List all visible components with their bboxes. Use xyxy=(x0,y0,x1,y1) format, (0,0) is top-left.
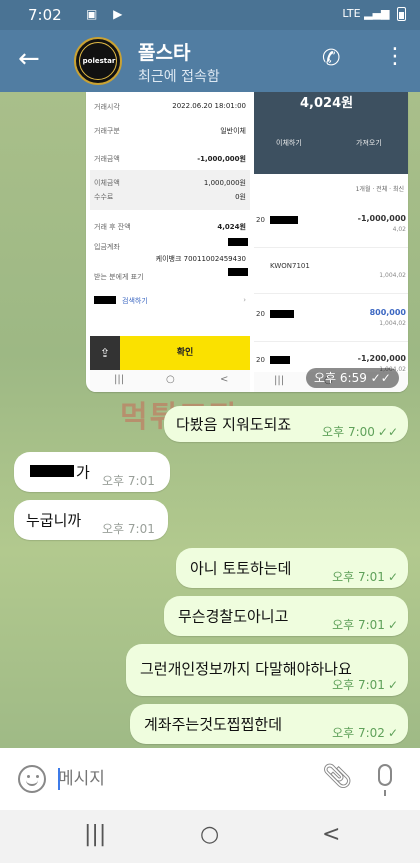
receipt-row: 수수료 0원 xyxy=(94,193,246,201)
redaction xyxy=(270,216,298,224)
nav-back-button[interactable]: < xyxy=(322,822,340,847)
back-arrow-icon[interactable]: ← xyxy=(18,44,48,74)
lte-label: LTE xyxy=(342,7,361,20)
message-bubble[interactable]: 누굽니까 오후 7:01 xyxy=(14,500,168,540)
battery-icon xyxy=(397,7,406,21)
share-icon: ⇪ xyxy=(90,336,120,370)
bank-filter: 1개월 · 전체 · 최신 xyxy=(355,186,404,193)
check-icon: ✓ xyxy=(387,726,398,740)
receipt-row: 받는 분에게 표기 xyxy=(94,273,144,281)
recents-button[interactable]: ||| xyxy=(84,822,106,847)
phone-icon[interactable]: ✆ xyxy=(322,46,340,71)
status-time: 7:02 xyxy=(28,6,62,24)
check-icon: ✓ xyxy=(387,618,398,632)
microphone-icon[interactable] xyxy=(378,764,392,796)
message-bubble[interactable]: 계좌주는것도찝찝한데 오후 7:02 ✓ xyxy=(130,704,408,744)
redaction xyxy=(270,356,290,364)
bank-banner: 4,024원 이체하기 가져오기 xyxy=(254,92,408,174)
last-seen-status: 최근에 접속함 xyxy=(138,69,220,85)
confirm-button: 확인 xyxy=(120,336,250,370)
redaction xyxy=(228,238,248,246)
receipt-nav-bar: ||| ○ < xyxy=(90,370,250,392)
receipt-row: 거래 후 잔액 4,024원 xyxy=(94,223,246,231)
image-timestamp: 오후 6:59 ✓✓ xyxy=(306,368,399,388)
check-icon: ✓ xyxy=(387,678,398,692)
message-time: 오후 7:01 ✓ xyxy=(332,678,398,692)
message-bubble[interactable]: 아니 토토하는데 오후 7:01 ✓ xyxy=(176,548,408,588)
attach-icon[interactable]: 📎︎ xyxy=(322,762,352,790)
receipt-row: 거래시각 2022.06.20 18:01:00 xyxy=(94,102,246,111)
redaction xyxy=(30,465,74,477)
receipt-row: 거래금액 -1,000,000원 xyxy=(94,155,246,163)
avatar-logo: polestar xyxy=(82,57,116,65)
message-time: 오후 7:00 ✓✓ xyxy=(322,425,398,439)
check-icon: ✓ xyxy=(387,570,398,584)
notification-icons: ▣ ▶ xyxy=(86,7,129,21)
message-time: 오후 7:01 ✓ xyxy=(332,618,398,632)
receipt-row: 입금계좌 xyxy=(94,243,120,251)
double-check-icon: ✓✓ xyxy=(377,425,398,439)
redaction xyxy=(270,310,294,318)
redaction xyxy=(228,268,248,276)
more-menu-icon[interactable]: ⋮ xyxy=(384,44,406,70)
chat-title[interactable]: 폴스타 xyxy=(138,38,190,65)
signal-icon: ▂▄▆ xyxy=(364,7,390,20)
avatar[interactable]: polestar xyxy=(74,37,122,85)
transfer-receipt: 거래시각 2022.06.20 18:01:00 거래구분 일반이체 거래금액 -1,… xyxy=(90,92,250,366)
receipt-row: 검색하기 › xyxy=(122,296,246,305)
message-bubble[interactable]: 가 오후 7:01 xyxy=(14,452,170,492)
image-message[interactable]: 거래시각 2022.06.20 18:01:00 거래구분 일반이체 거래금액 -1,… xyxy=(86,92,408,392)
redaction xyxy=(94,296,116,304)
receipt-highlight xyxy=(90,170,250,210)
receipt-row: 케이뱅크 70011002459430 xyxy=(155,255,246,263)
bank-entry: KWON7101 1,004,02 xyxy=(254,248,408,294)
message-composer: 📎︎ xyxy=(0,748,420,810)
message-time: 오후 7:02 ✓ xyxy=(332,726,398,740)
receipt-row: 거래구분 일반이체 xyxy=(94,127,246,135)
receipt-row: 이체금액 1,000,000원 xyxy=(94,179,246,187)
message-time: 오후 7:01 xyxy=(102,522,155,536)
message-bubble[interactable]: 다봤음 지워도되죠 오후 7:00 ✓✓ xyxy=(164,406,408,442)
bank-transfer-label: 이체하기 xyxy=(276,139,302,147)
message-bubble[interactable]: 그런개인정보까지 다말해야하나요 오후 7:01 ✓ xyxy=(126,644,408,696)
emoji-icon[interactable] xyxy=(18,765,46,793)
bank-entry: 20 800,000 1,004,02 xyxy=(254,296,408,342)
text-cursor xyxy=(58,768,60,790)
bank-entry: 20 -1,000,000 4,02 xyxy=(254,202,408,248)
bank-history: 4,024원 이체하기 가져오기 1개월 · 전체 · 최신 20 -1,000… xyxy=(254,92,408,392)
message-input[interactable] xyxy=(58,762,298,796)
chat-area[interactable]: 거래시각 2022.06.20 18:01:00 거래구분 일반이체 거래금액 -1,… xyxy=(0,92,420,748)
network-indicator: LTE ▂▄▆ xyxy=(342,7,406,21)
message-bubble[interactable]: 무슨경찰도아니고 오후 7:01 ✓ xyxy=(164,596,408,636)
double-check-icon: ✓✓ xyxy=(370,371,391,385)
receipt-bottom-bar: ⇪ 확인 xyxy=(90,336,250,370)
chat-header: ← polestar 폴스타 최근에 접속함 ✆ ⋮ xyxy=(0,30,420,92)
message-time: 오후 7:01 xyxy=(102,474,155,488)
home-button[interactable]: ○ xyxy=(200,822,219,847)
bank-balance: 4,024원 xyxy=(300,96,354,111)
bank-bring-label: 가져오기 xyxy=(356,139,382,147)
system-nav-bar: ||| ○ < xyxy=(0,810,420,863)
status-bar: 7:02 ▣ ▶ LTE ▂▄▆ xyxy=(0,0,420,30)
message-time: 오후 7:01 ✓ xyxy=(332,570,398,584)
